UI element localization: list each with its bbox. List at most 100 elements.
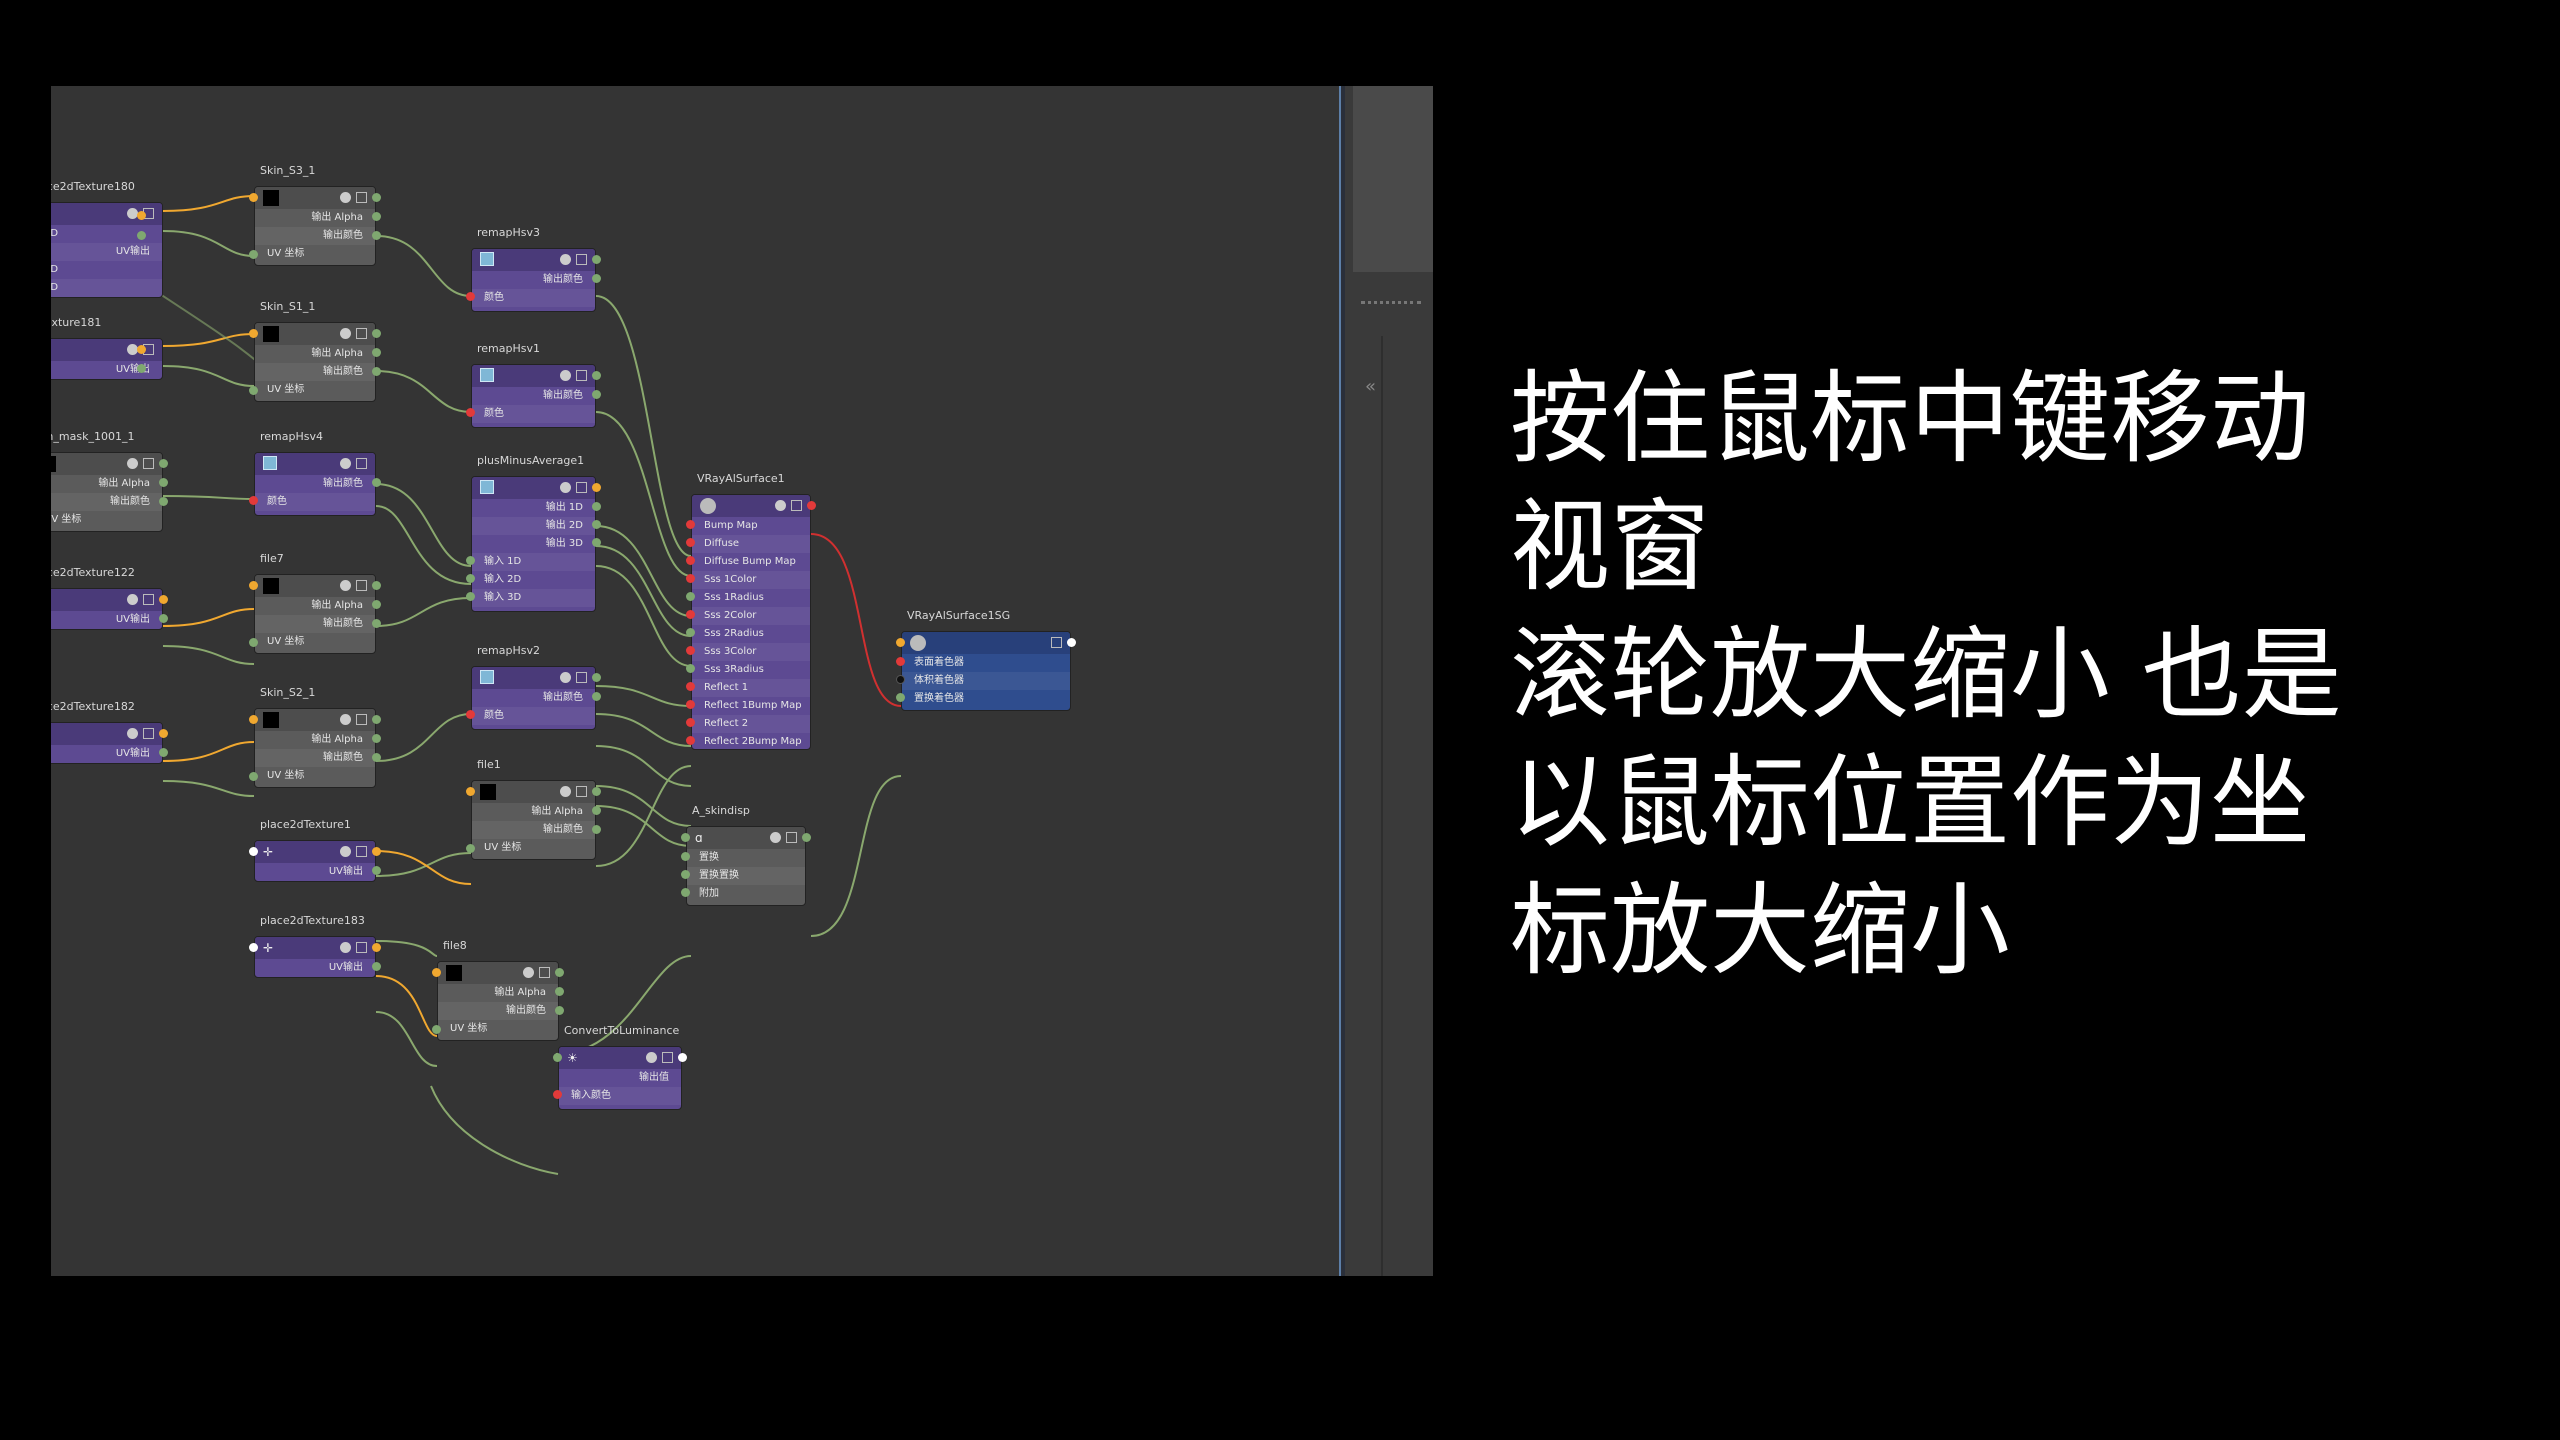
out-port[interactable]	[592, 520, 601, 529]
in-port[interactable]	[249, 329, 258, 338]
in-port[interactable]	[249, 581, 258, 590]
out-port[interactable]	[372, 847, 381, 856]
in-port[interactable]	[249, 772, 258, 781]
out-port[interactable]	[159, 459, 168, 468]
node-place2dtexture1[interactable]: place2dTexture1 ✛ UV输出	[249, 818, 381, 882]
out-port[interactable]	[592, 255, 601, 264]
node-toggle-icon[interactable]	[560, 786, 571, 797]
in-port[interactable]	[249, 250, 258, 259]
node-skin-s1[interactable]: Skin_S1_1 输出 Alpha 输出颜色 UV 坐标	[249, 300, 381, 402]
out-port[interactable]	[592, 692, 601, 701]
in-port[interactable]	[249, 638, 258, 647]
node-place2dtexture183[interactable]: place2dTexture183 ✛ UV输出	[249, 914, 381, 978]
node-menu-icon[interactable]	[576, 254, 587, 265]
node-a-skindisp[interactable]: A_skindisp ɑ 置换 置换置换 附加	[681, 804, 811, 906]
out-port[interactable]	[159, 729, 168, 738]
out-port[interactable]	[592, 502, 601, 511]
in-port[interactable]	[686, 574, 695, 583]
node-remaphsv2[interactable]: remapHsv2 输出颜色 颜色	[466, 644, 601, 730]
node-skin-s3[interactable]: Skin_S3_1 输出 Alpha 输出颜色 UV 坐标	[249, 164, 381, 266]
out-port[interactable]	[372, 943, 381, 952]
in-port[interactable]	[432, 1025, 441, 1034]
out-port[interactable]	[807, 501, 816, 510]
node-menu-icon[interactable]	[576, 786, 587, 797]
in-port[interactable]	[681, 870, 690, 879]
in-port[interactable]	[686, 538, 695, 547]
in-port[interactable]	[249, 193, 258, 202]
node-toggle-icon[interactable]	[770, 832, 781, 843]
out-port[interactable]	[137, 231, 146, 240]
out-port[interactable]	[372, 231, 381, 240]
out-port[interactable]	[802, 833, 811, 842]
node-texture181[interactable]: lTexture181 UV输出	[51, 316, 163, 380]
node-toggle-icon[interactable]	[340, 580, 351, 591]
in-port[interactable]	[686, 520, 695, 529]
out-port[interactable]	[372, 367, 381, 376]
out-port[interactable]	[372, 600, 381, 609]
node-menu-icon[interactable]	[576, 672, 587, 683]
in-port[interactable]	[466, 408, 475, 417]
node-toggle-icon[interactable]	[340, 328, 351, 339]
out-port[interactable]	[372, 212, 381, 221]
in-port[interactable]	[432, 968, 441, 977]
out-port[interactable]	[555, 968, 564, 977]
in-port[interactable]	[466, 844, 475, 853]
out-port[interactable]	[592, 538, 601, 547]
out-port[interactable]	[678, 1053, 687, 1062]
node-toggle-icon[interactable]	[646, 1052, 657, 1063]
in-port[interactable]	[249, 715, 258, 724]
node-toggle-icon[interactable]	[340, 458, 351, 469]
in-port[interactable]	[686, 700, 695, 709]
node-toggle-icon[interactable]	[127, 728, 138, 739]
node-toggle-icon[interactable]	[340, 192, 351, 203]
in-port[interactable]	[466, 787, 475, 796]
in-port[interactable]	[553, 1053, 562, 1062]
in-port[interactable]	[896, 675, 905, 684]
out-port[interactable]	[555, 1006, 564, 1015]
out-port[interactable]	[592, 371, 601, 380]
node-file1[interactable]: file1 输出 Alpha 输出颜色 UV 坐标	[466, 758, 601, 860]
out-port[interactable]	[372, 619, 381, 628]
node-toggle-icon[interactable]	[560, 370, 571, 381]
node-toggle-icon[interactable]	[560, 672, 571, 683]
node-toggle-icon[interactable]	[340, 714, 351, 725]
node-skin-s2[interactable]: Skin_S2_1 输出 Alpha 输出颜色 UV 坐标	[249, 686, 381, 788]
node-menu-icon[interactable]	[356, 458, 367, 469]
node-toggle-icon[interactable]	[560, 482, 571, 493]
node-editor-canvas[interactable]: « lace2dTexture180 1D UV输出 2D 3D Skin_S3…	[51, 86, 1433, 1276]
in-port[interactable]	[686, 628, 695, 637]
out-port[interactable]	[372, 734, 381, 743]
in-port[interactable]	[249, 496, 258, 505]
out-port[interactable]	[372, 715, 381, 724]
out-port[interactable]	[592, 806, 601, 815]
node-menu-icon[interactable]	[143, 728, 154, 739]
node-menu-icon[interactable]	[356, 580, 367, 591]
out-port[interactable]	[372, 329, 381, 338]
node-menu-icon[interactable]	[356, 942, 367, 953]
out-port[interactable]	[159, 478, 168, 487]
in-port[interactable]	[686, 610, 695, 619]
out-port[interactable]	[592, 483, 601, 492]
out-port[interactable]	[555, 987, 564, 996]
in-port[interactable]	[686, 646, 695, 655]
node-menu-icon[interactable]	[143, 594, 154, 605]
node-toggle-icon[interactable]	[560, 254, 571, 265]
out-port[interactable]	[137, 211, 146, 220]
out-port[interactable]	[137, 364, 146, 373]
out-port[interactable]	[159, 748, 168, 757]
node-place2dtexture182[interactable]: lace2dTexture182 ✛ UV输出	[51, 700, 168, 764]
node-menu-icon[interactable]	[786, 832, 797, 843]
in-port[interactable]	[896, 693, 905, 702]
node-file7[interactable]: file7 输出 Alpha 输出颜色 UV 坐标	[249, 552, 381, 654]
out-port[interactable]	[372, 866, 381, 875]
node-menu-icon[interactable]	[356, 328, 367, 339]
in-port[interactable]	[686, 556, 695, 565]
out-port[interactable]	[1067, 638, 1076, 647]
node-file8[interactable]: file8 输出 Alpha 输出颜色 UV 坐标	[432, 939, 564, 1041]
out-port[interactable]	[592, 274, 601, 283]
out-port[interactable]	[372, 962, 381, 971]
out-port[interactable]	[159, 497, 168, 506]
node-converttoluminance[interactable]: ConvertToLuminance ☀ 输出值 输入颜色	[553, 1024, 687, 1110]
node-skin-mask[interactable]: kin_mask_1001_1 输出 Alpha 输出颜色 UV 坐标	[51, 430, 168, 532]
in-port[interactable]	[681, 833, 690, 842]
